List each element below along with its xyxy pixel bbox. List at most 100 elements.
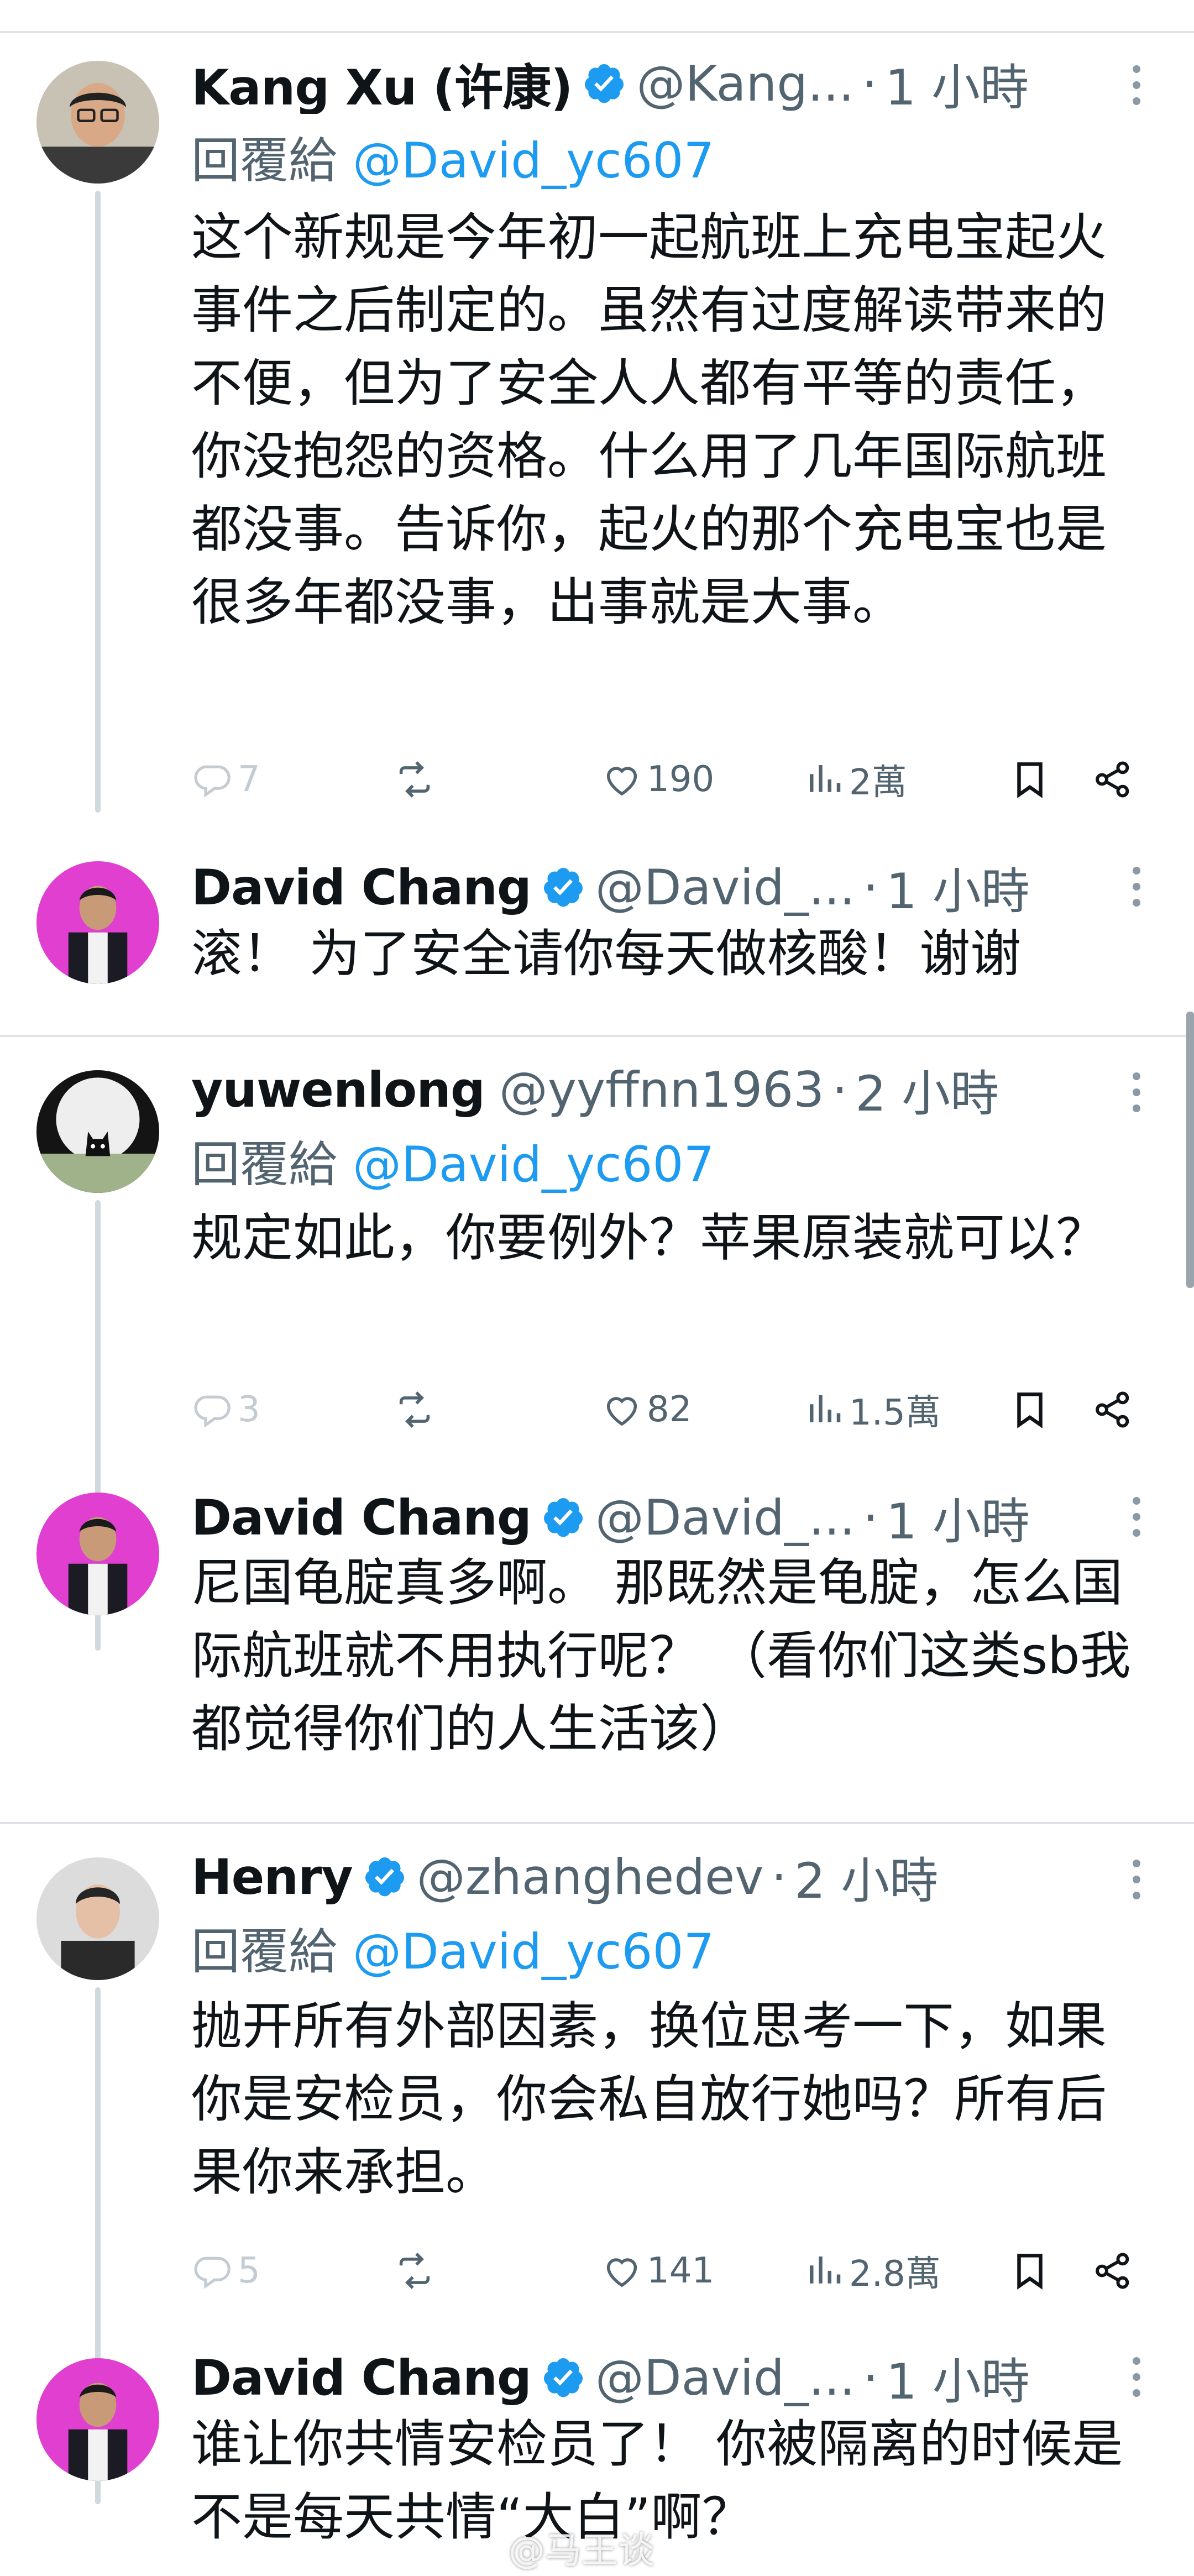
retweet-button[interactable] (393, 1382, 439, 1437)
tweet-text: 谁让你共情安检员了！ 你被隔离的时候是不是每天共情“大白”啊？ (191, 2415, 1123, 2547)
replying-to-link[interactable]: @David_yc607 (353, 1923, 715, 1980)
separator (0, 1822, 1194, 1824)
avatar[interactable] (36, 861, 159, 984)
more-icon[interactable] (1130, 1855, 1143, 1910)
bookmark-icon (1008, 2249, 1051, 2292)
share-button[interactable] (1091, 2243, 1138, 2298)
author-name[interactable]: Henry (191, 1849, 353, 1905)
replying-to: 回覆給 @David_yc607 (191, 122, 715, 192)
tweet-header: yuwenlong @yyffnn1963 · 2 小時 (191, 1059, 1133, 1121)
timestamp[interactable]: 2 小時 (855, 1059, 999, 1121)
more-icon[interactable] (1130, 1493, 1143, 1548)
bookmark-button[interactable] (1008, 1382, 1055, 1437)
separator-dot: · (862, 2349, 878, 2406)
views-button[interactable]: 2.8萬 (803, 2243, 941, 2298)
like-icon (600, 2249, 643, 2292)
replying-prefix: 回覆給 (191, 132, 338, 189)
tweet-feed: Kang Xu (许康) @Kang... · 1 小時 回覆給 @David_… (0, 0, 1194, 2576)
retweet-button[interactable] (393, 752, 439, 807)
views-button[interactable]: 1.5萬 (803, 1382, 941, 1437)
verified-badge-icon (541, 865, 585, 909)
views-icon (803, 758, 846, 801)
author-handle[interactable]: @yyffnn1963 (499, 1061, 824, 1118)
verified-badge-icon (541, 2355, 585, 2400)
author-handle[interactable]: @Kang... (636, 55, 854, 112)
action-bar: 7 190 2萬 (191, 752, 1144, 807)
author-name[interactable]: Kang Xu (许康) (191, 53, 573, 114)
separator-dot: · (862, 858, 878, 916)
avatar[interactable] (36, 2358, 159, 2481)
more-icon[interactable] (1130, 1068, 1143, 1123)
timestamp[interactable]: 2 小時 (794, 1846, 938, 1908)
avatar[interactable] (36, 1493, 159, 1615)
like-count: 141 (647, 2250, 715, 2291)
separator-dot: · (771, 1848, 787, 1905)
timestamp[interactable]: 1 小時 (885, 53, 1029, 114)
tweet-header: Henry @zhanghedev · 2 小時 (191, 1846, 1133, 1908)
author-handle[interactable]: @David_... (595, 2349, 855, 2406)
bookmark-icon (1008, 1388, 1051, 1431)
verified-badge-icon (582, 61, 626, 106)
views-icon (803, 1388, 846, 1431)
retweet-button[interactable] (393, 2243, 439, 2298)
views-count: 2.8萬 (849, 2254, 941, 2295)
scrollbar[interactable] (1186, 1012, 1194, 1288)
reply-icon (191, 2249, 234, 2292)
reply-count: 5 (238, 2250, 260, 2291)
timestamp[interactable]: 1 小時 (886, 857, 1030, 918)
avatar[interactable] (36, 1070, 159, 1193)
more-icon[interactable] (1130, 2353, 1143, 2408)
bookmark-button[interactable] (1008, 2243, 1055, 2298)
separator-dot: · (862, 1489, 878, 1546)
like-button[interactable]: 82 (600, 1382, 692, 1437)
bookmark-button[interactable] (1008, 752, 1055, 807)
share-button[interactable] (1091, 1382, 1138, 1437)
author-handle[interactable]: @David_... (595, 859, 855, 916)
tweet-text: 抛开所有外部因素，换位思考一下，如果你是安检员，你会私自放行她吗？所有后果你来承… (191, 1997, 1107, 2202)
separator-dot: · (832, 1061, 848, 1118)
author-name[interactable]: David Chang (191, 859, 532, 916)
separator (0, 1035, 1194, 1037)
more-icon[interactable] (1130, 61, 1143, 116)
separator (0, 31, 1194, 33)
like-button[interactable]: 141 (600, 2243, 714, 2298)
like-count: 190 (647, 759, 715, 800)
views-count: 2萬 (849, 762, 907, 803)
reply-count: 3 (238, 1389, 260, 1430)
share-button[interactable] (1091, 752, 1138, 807)
retweet-icon (393, 2249, 436, 2292)
reply-icon (191, 758, 234, 801)
more-icon[interactable] (1130, 862, 1143, 918)
replying-to-link[interactable]: @David_yc607 (353, 132, 715, 189)
author-handle[interactable]: @zhanghedev (417, 1849, 764, 1905)
like-button[interactable]: 190 (600, 752, 714, 807)
replying-to-link[interactable]: @David_yc607 (353, 1136, 715, 1193)
tweet-header: Kang Xu (许康) @Kang... · 1 小時 (191, 53, 1133, 114)
like-count: 82 (647, 1389, 692, 1430)
tweet-header: David Chang @David_... · 1 小時 (191, 1487, 1133, 1548)
reply-count: 7 (238, 759, 260, 800)
share-icon (1091, 1388, 1134, 1431)
views-count: 1.5萬 (849, 1392, 941, 1433)
views-icon (803, 2249, 846, 2292)
replying-to: 回覆給 @David_yc607 (191, 1125, 715, 1196)
replying-to: 回覆給 @David_yc607 (191, 1913, 715, 1983)
reply-button[interactable]: 7 (191, 752, 260, 807)
reply-button[interactable]: 3 (191, 1382, 260, 1437)
avatar[interactable] (36, 61, 159, 184)
share-icon (1091, 758, 1134, 801)
author-name[interactable]: David Chang (191, 1489, 532, 1546)
author-handle[interactable]: @David_... (595, 1489, 855, 1546)
share-icon (1091, 2249, 1134, 2292)
author-name[interactable]: David Chang (191, 2349, 532, 2406)
tweet-text: 这个新规是今年初一起航班上充电宝起火事件之后制定的。虽然有过度解读带来的不便，但… (191, 208, 1107, 632)
timestamp[interactable]: 1 小時 (886, 2347, 1030, 2409)
tweet-header: David Chang @David_... · 1 小時 (191, 857, 1133, 918)
reply-button[interactable]: 5 (191, 2243, 260, 2298)
watermark: @马王谈 (509, 2529, 654, 2572)
views-button[interactable]: 2萬 (803, 752, 907, 807)
timestamp[interactable]: 1 小時 (886, 1487, 1030, 1548)
author-name[interactable]: yuwenlong (191, 1061, 485, 1118)
avatar[interactable] (36, 1857, 159, 1980)
reply-icon (191, 1388, 234, 1431)
